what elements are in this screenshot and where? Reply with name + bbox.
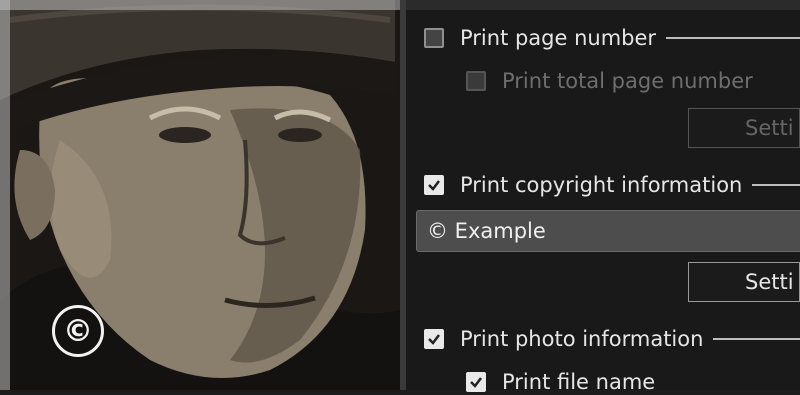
print-page-number-label: Print page number bbox=[460, 26, 657, 50]
print-copyright-row[interactable]: Print copyright information bbox=[424, 172, 800, 198]
copyright-watermark-icon: © bbox=[52, 305, 104, 357]
print-photo-info-label: Print photo information bbox=[460, 327, 704, 351]
photo-preview: © bbox=[0, 0, 400, 390]
print-photo-info-row[interactable]: Print photo information bbox=[424, 326, 800, 352]
section-divider bbox=[666, 37, 800, 39]
print-photo-info-checkbox[interactable] bbox=[424, 329, 444, 349]
print-copyright-checkbox[interactable] bbox=[424, 175, 444, 195]
section-divider bbox=[752, 184, 800, 186]
print-file-name-checkbox[interactable] bbox=[466, 372, 486, 392]
copyright-text-field[interactable]: © Example bbox=[416, 210, 800, 252]
photo-frame-left bbox=[0, 0, 10, 390]
print-page-number-checkbox[interactable] bbox=[424, 28, 444, 48]
page-number-setting-button[interactable]: Setti bbox=[688, 108, 800, 148]
panel-top-edge bbox=[406, 0, 800, 10]
print-page-number-row[interactable]: Print page number bbox=[424, 25, 800, 51]
print-file-name-label: Print file name bbox=[502, 370, 656, 394]
print-total-page-number-checkbox[interactable] bbox=[466, 71, 486, 91]
section-divider bbox=[713, 338, 800, 340]
print-total-page-number-label: Print total page number bbox=[502, 69, 753, 93]
print-total-page-number-row[interactable]: Print total page number bbox=[466, 68, 753, 94]
print-copyright-label: Print copyright information bbox=[460, 173, 743, 197]
print-file-name-row[interactable]: Print file name bbox=[466, 369, 655, 395]
photo-frame-top bbox=[0, 0, 400, 10]
copyright-setting-button[interactable]: Setti bbox=[688, 262, 800, 302]
